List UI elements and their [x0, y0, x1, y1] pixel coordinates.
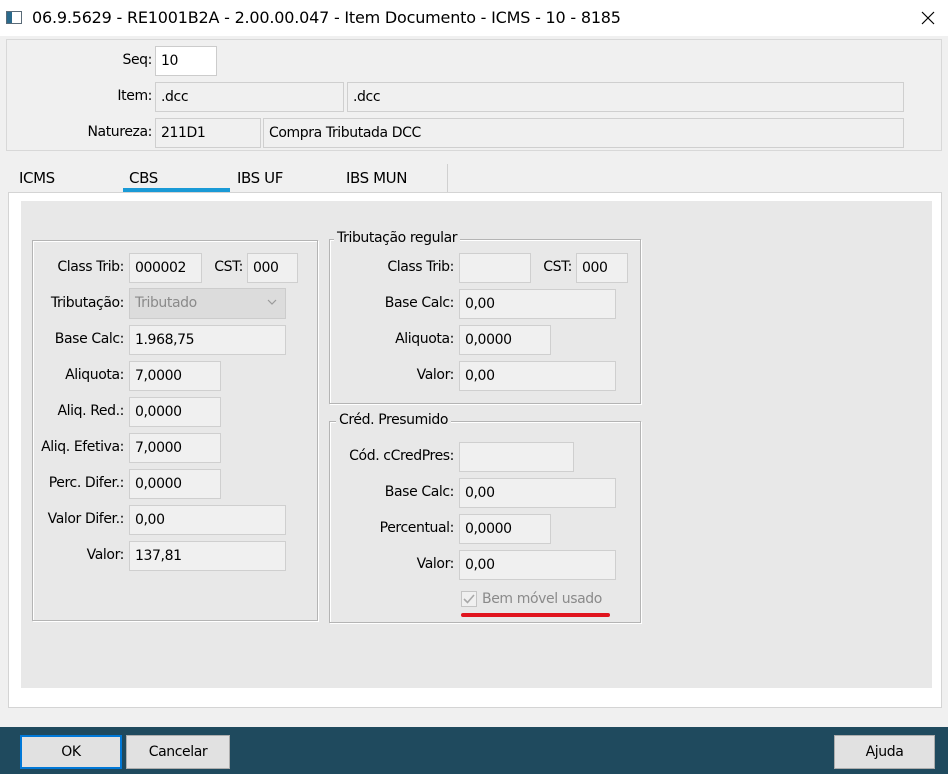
highlight-underline [461, 613, 610, 617]
cp-base-calc-label: Base Calc: [384, 484, 455, 500]
tr-base-calc-label: Base Calc: [384, 295, 455, 311]
natureza-label: Natureza: [87, 124, 152, 140]
perc-difer-field[interactable]: 0,0000 [129, 469, 221, 499]
natureza-code-field[interactable]: 211D1 [155, 118, 261, 148]
tributacao-regular-legend: Tributação regular [334, 230, 461, 246]
tab-cbs[interactable]: CBS [129, 169, 158, 187]
tr-base-calc-field[interactable]: 0,00 [459, 289, 616, 319]
checkmark-icon [463, 594, 475, 604]
valor-label: Valor: [86, 547, 125, 563]
item-description-field[interactable]: .dcc [347, 82, 904, 112]
cod-ccredpres-field[interactable] [459, 442, 574, 472]
aliquota-field[interactable]: 7,0000 [129, 361, 221, 391]
tr-cst-field[interactable]: 000 [576, 253, 628, 283]
cred-presumido-legend: Créd. Presumido [336, 412, 452, 428]
tr-cst-label: CST: [543, 259, 572, 275]
cp-valor-label: Valor: [416, 556, 455, 572]
valor-difer-label: Valor Difer.: [47, 511, 125, 527]
percentual-field[interactable]: 0,0000 [459, 514, 551, 544]
tab-ibs-mun[interactable]: IBS MUN [346, 169, 407, 187]
bem-movel-usado-checkbox[interactable]: Bem móvel usado [461, 591, 602, 607]
tab-icms[interactable]: ICMS [19, 169, 55, 187]
natureza-description-field[interactable]: Compra Tributada DCC [263, 118, 904, 148]
aliq-red-field[interactable]: 0,0000 [129, 397, 221, 427]
chevron-down-icon [267, 299, 277, 305]
cp-base-calc-field[interactable]: 0,00 [459, 478, 616, 508]
help-button[interactable]: Ajuda [834, 735, 935, 769]
aliq-red-label: Aliq. Red.: [57, 403, 124, 419]
seq-label: Seq: [122, 52, 152, 68]
class-trib-label: Class Trib: [57, 259, 124, 275]
close-icon [921, 11, 935, 25]
base-calc-label: Base Calc: [54, 331, 125, 347]
tr-valor-label: Valor: [416, 367, 455, 383]
item-label: Item: [117, 88, 152, 104]
tr-valor-field[interactable]: 0,00 [459, 361, 616, 391]
tr-aliquota-label: Aliquota: [395, 331, 454, 347]
title-bar: 06.9.5629 - RE1001B2A - 2.00.00.047 - It… [0, 0, 948, 36]
cp-valor-field[interactable]: 0,00 [459, 550, 616, 580]
window-app-icon [6, 11, 22, 24]
window-title: 06.9.5629 - RE1001B2A - 2.00.00.047 - It… [32, 8, 621, 27]
ok-button[interactable]: OK [20, 735, 122, 769]
checkbox-box [461, 591, 477, 607]
tr-aliquota-field[interactable]: 0,0000 [459, 325, 551, 355]
valor-difer-field[interactable]: 0,00 [129, 505, 286, 535]
valor-field[interactable]: 137,81 [129, 541, 286, 571]
item-code-field[interactable]: .dcc [155, 82, 344, 112]
cancel-button[interactable]: Cancelar [126, 735, 230, 769]
cst-label: CST: [214, 259, 243, 275]
close-button[interactable] [910, 2, 946, 34]
aliq-efetiva-label: Aliq. Efetiva: [41, 439, 124, 455]
perc-difer-label: Perc. Difer.: [48, 475, 125, 491]
cod-ccredpres-label: Cód. cCredPres: [349, 448, 454, 464]
aliquota-label: Aliquota: [65, 367, 124, 383]
class-trib-field[interactable]: 000002 [129, 253, 202, 283]
tributacao-label: Tributação: [50, 295, 125, 311]
aliq-efetiva-field[interactable]: 7,0000 [129, 433, 221, 463]
tributacao-select[interactable]: Tributado [129, 288, 286, 319]
tab-ibs-uf[interactable]: IBS UF [237, 169, 283, 187]
percentual-label: Percentual: [379, 520, 455, 536]
tab-separator [447, 164, 448, 192]
tr-class-trib-field[interactable] [459, 253, 531, 283]
tr-class-trib-label: Class Trib: [387, 259, 454, 275]
cst-field[interactable]: 000 [247, 253, 298, 283]
tributacao-selected-value: Tributado [135, 295, 197, 311]
seq-field[interactable]: 10 [155, 46, 217, 76]
bem-movel-usado-label: Bem móvel usado [482, 591, 602, 607]
base-calc-field[interactable]: 1.968,75 [129, 325, 286, 355]
